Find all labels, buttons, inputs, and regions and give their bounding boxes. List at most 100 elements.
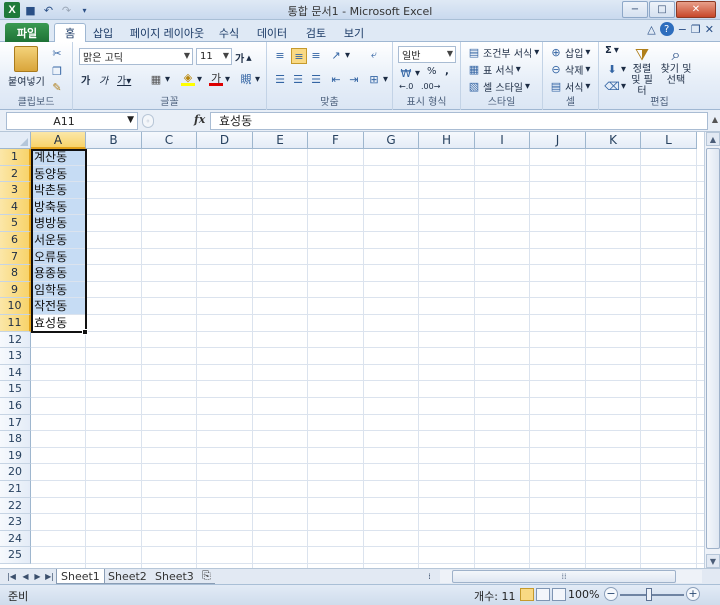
zoom-in-icon[interactable]: + — [686, 587, 700, 601]
horizontal-scroll-thumb[interactable]: ⁞⁞ — [452, 570, 676, 583]
vertical-scroll-thumb[interactable] — [706, 148, 720, 549]
row-header-24[interactable]: 24 — [0, 530, 31, 548]
row-header-9[interactable]: 9 — [0, 281, 31, 299]
tab-page-layout[interactable]: 페이지 레이아웃 — [124, 23, 210, 42]
find-select-button[interactable]: ⌕ 찾기 및 선택 — [659, 44, 693, 86]
row-header-1[interactable]: 1 — [0, 149, 31, 166]
font-size-select[interactable]: 11 ▼ — [196, 48, 232, 65]
insert-sheet-icon[interactable]: ⎘ — [198, 569, 215, 584]
currency-icon[interactable]: ₩ ▾ — [399, 66, 420, 80]
workbook-minimize-icon[interactable]: − — [678, 23, 687, 36]
expand-formula-icon[interactable]: ▲ — [712, 115, 718, 124]
align-bottom-icon[interactable]: ≡ — [309, 48, 323, 62]
row-header-7[interactable]: 7 — [0, 248, 31, 266]
conditional-format-button[interactable]: ▤ 조건부 서식 ▾ — [467, 45, 539, 60]
row-header-13[interactable]: 13 — [0, 348, 31, 365]
align-top-icon[interactable]: ≡ — [273, 48, 287, 62]
select-all-button[interactable] — [0, 132, 31, 149]
align-middle-icon[interactable]: ≡ — [291, 48, 307, 64]
tab-home[interactable]: 홈 — [54, 23, 86, 42]
page-layout-view-icon[interactable] — [536, 588, 550, 601]
row-header-18[interactable]: 18 — [0, 431, 31, 448]
row-header-11[interactable]: 11 — [0, 315, 31, 332]
zoom-slider[interactable] — [620, 594, 684, 596]
row-header-17[interactable]: 17 — [0, 414, 31, 432]
help-icon[interactable]: ? — [659, 22, 674, 36]
zoom-slider-thumb[interactable] — [646, 588, 652, 601]
delete-cells-button[interactable]: ⊖ 삭제 ▾ — [549, 62, 590, 77]
row-header-12[interactable]: 12 — [0, 331, 31, 349]
insert-cells-button[interactable]: ⊕ 삽입 ▾ — [549, 45, 590, 60]
row-header-2[interactable]: 2 — [0, 165, 31, 183]
comma-button[interactable]: , — [445, 66, 449, 77]
row-header-4[interactable]: 4 — [0, 198, 31, 216]
paste-button[interactable]: 붙여넣기 — [8, 46, 45, 88]
row-header-20[interactable]: 20 — [0, 464, 31, 481]
worksheet-grid[interactable]: ABCDEFGHIJKL 1 2 3 4 5 6 7 8 9 10 11 12 13 14 15 16 17 18… — [0, 132, 704, 568]
column-header-l[interactable]: L — [641, 132, 697, 149]
orientation-icon[interactable]: ↗ ▾ — [329, 48, 350, 62]
row-header-16[interactable]: 16 — [0, 398, 31, 415]
next-sheet-icon[interactable]: ▶ — [32, 570, 43, 583]
close-button[interactable]: ✕ — [676, 1, 716, 18]
underline-icon[interactable]: 가▾ — [117, 72, 131, 87]
zoom-out-icon[interactable]: − — [604, 587, 618, 601]
column-header-c[interactable]: C — [142, 132, 197, 149]
format-as-table-button[interactable]: ▦ 표 서식 ▾ — [467, 62, 521, 77]
row-header-3[interactable]: 3 — [0, 182, 31, 199]
column-header-k[interactable]: K — [586, 132, 641, 149]
tab-review[interactable]: 검토 — [300, 23, 332, 42]
row-header-25[interactable]: 25 — [0, 547, 31, 564]
decrease-indent-icon[interactable]: ⇤ — [329, 72, 343, 86]
row-header-14[interactable]: 14 — [0, 364, 31, 382]
formula-input[interactable]: 효성동 — [210, 112, 708, 130]
row-header-23[interactable]: 23 — [0, 514, 31, 531]
scroll-down-icon[interactable]: ▼ — [706, 554, 720, 568]
sheet-tab-2[interactable]: Sheet2 — [104, 569, 151, 584]
tab-insert[interactable]: 삽입 — [88, 23, 118, 42]
wrap-text-icon[interactable]: ⤶ — [367, 48, 381, 62]
number-format-select[interactable]: 일반 ▼ — [398, 46, 456, 63]
row-header-10[interactable]: 10 — [0, 298, 31, 315]
row-header-5[interactable]: 5 — [0, 215, 31, 232]
minimize-button[interactable]: − — [622, 1, 648, 18]
row-header-21[interactable]: 21 — [0, 481, 31, 498]
align-left-icon[interactable]: ☰ — [273, 72, 287, 86]
font-color-icon[interactable]: 가 ▾ — [209, 72, 230, 86]
clear-icon[interactable]: ⌫ ▾ — [604, 79, 626, 93]
tab-formulas[interactable]: 수식 — [212, 23, 246, 42]
tab-data[interactable]: 데이터 — [252, 23, 292, 42]
row-header-22[interactable]: 22 — [0, 497, 31, 515]
row-header-8[interactable]: 8 — [0, 265, 31, 282]
workbook-close-icon[interactable]: ✕ — [705, 23, 714, 36]
column-header-a[interactable]: A — [31, 132, 86, 149]
first-sheet-icon[interactable]: |◀ — [6, 570, 17, 583]
italic-icon[interactable]: 가 — [99, 72, 108, 87]
zoom-level[interactable]: 100% — [568, 588, 599, 601]
decrease-decimal-icon[interactable]: .00→ — [421, 82, 440, 91]
merge-center-icon[interactable]: ⊞ ▾ — [367, 72, 388, 86]
row-header-6[interactable]: 6 — [0, 232, 31, 249]
fill-handle[interactable] — [82, 329, 88, 335]
increase-indent-icon[interactable]: ⇥ — [347, 72, 361, 86]
scroll-up-icon[interactable]: ▲ — [706, 132, 720, 146]
column-header-f[interactable]: F — [308, 132, 364, 149]
formula-dimmer-icon[interactable]: ◦ — [142, 114, 154, 128]
percent-button[interactable]: % — [427, 66, 437, 77]
column-header-e[interactable]: E — [253, 132, 308, 149]
last-sheet-icon[interactable]: ▶| — [44, 570, 55, 583]
sort-filter-button[interactable]: ⧩ 정렬 및 필터 — [627, 44, 657, 97]
format-painter-icon[interactable]: ✎ — [50, 80, 64, 94]
chevron-down-icon[interactable]: ▼ — [127, 115, 134, 125]
column-header-d[interactable]: D — [197, 132, 253, 149]
column-header-j[interactable]: J — [530, 132, 586, 149]
normal-view-icon[interactable] — [520, 588, 534, 601]
workbook-restore-icon[interactable]: ❐ — [691, 23, 701, 36]
prev-sheet-icon[interactable]: ◀ — [20, 570, 31, 583]
horizontal-scrollbar[interactable]: ⁞⁞ — [440, 570, 702, 583]
row-header-19[interactable]: 19 — [0, 447, 31, 465]
column-header-g[interactable]: G — [364, 132, 419, 149]
maximize-button[interactable]: □ — [649, 1, 675, 18]
sheet-tab-3[interactable]: Sheet3 — [151, 569, 198, 584]
tab-split-handle[interactable]: ⁞ — [424, 570, 435, 583]
